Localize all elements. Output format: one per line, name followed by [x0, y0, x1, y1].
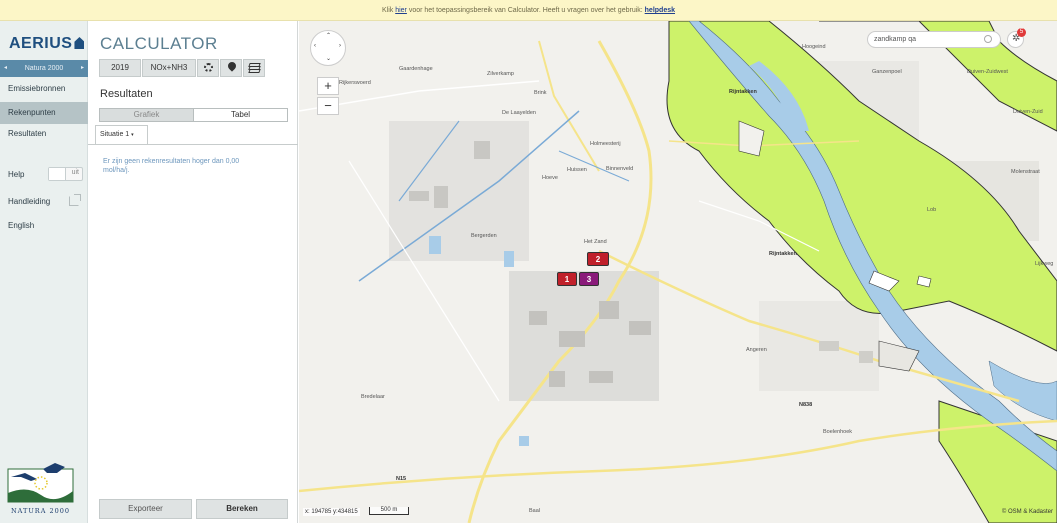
map-label: Rijntakken	[769, 251, 797, 257]
source-marker[interactable]: 1	[557, 272, 577, 286]
pan-up-icon[interactable]: ⌃	[326, 32, 331, 39]
coordinate-readout: x: 194785 y:434815	[303, 508, 360, 516]
area-navigator[interactable]: ◂ Natura 2000 ▸	[0, 60, 88, 77]
sidebar: AERIUS ◂ Natura 2000 ▸ Emissiebronnen Re…	[0, 21, 88, 523]
map-label: N15	[396, 476, 407, 482]
map-label: Duiven-Zuid	[1013, 109, 1043, 115]
notifications-button[interactable]: ✲ 5	[1007, 28, 1026, 48]
map-label: Boelenhoek	[823, 429, 853, 435]
manual-label: Handleiding	[8, 197, 51, 206]
banner-prefix: Klik	[381, 7, 396, 14]
map-label: Lijkweg	[1035, 261, 1054, 267]
layers-button[interactable]	[243, 59, 265, 77]
zoom-out-button[interactable]: −	[317, 97, 339, 115]
source-marker[interactable]: 2	[587, 252, 609, 266]
map-label: Gaardenhage	[399, 66, 433, 72]
map-label: Zilverkamp	[487, 71, 514, 77]
zoom-in-button[interactable]: +	[317, 77, 339, 95]
map-label: Bergerden	[471, 233, 497, 239]
tab-table[interactable]: Tabel	[193, 109, 287, 121]
help-toggle-text: uit	[71, 169, 79, 176]
aerius-logo[interactable]: AERIUS	[9, 35, 85, 53]
tab-graph[interactable]: Grafiek	[100, 109, 193, 121]
marker-button[interactable]	[220, 59, 242, 77]
view-switch: Grafiek Tabel	[99, 108, 288, 122]
sidebar-item-emissiebronnen[interactable]: Emissiebronnen	[0, 78, 88, 100]
map-label: Rijntakken	[729, 89, 757, 95]
map-label: Brink	[534, 90, 547, 96]
help-label: Help	[8, 170, 25, 179]
arrow-right-icon[interactable]: ▸	[81, 60, 84, 77]
caret-down-icon: ▾	[131, 132, 134, 138]
map-label: Holmeesterij	[590, 141, 621, 147]
map-view[interactable]: Hoogeind Ganzenpoel Duiven-Zuidwest Duiv…	[299, 21, 1057, 523]
search-icon[interactable]	[984, 35, 992, 43]
map-label: Duiven-Zuidwest	[967, 69, 1008, 75]
logo-text: AERIUS	[9, 35, 73, 52]
natura-logo-text: NATURA 2000	[11, 507, 70, 515]
map-label: N838	[799, 402, 813, 408]
pan-left-icon[interactable]: ‹	[314, 43, 316, 49]
external-link-icon	[69, 194, 81, 206]
banner-link-here[interactable]: hier	[395, 7, 407, 14]
map-label: Ganzenpoel	[872, 69, 902, 75]
results-title: Resultaten	[100, 88, 153, 100]
source-marker[interactable]: 3	[579, 272, 599, 286]
situation-label: Situatie 1	[100, 131, 130, 138]
map-label: Hoeve	[542, 175, 558, 181]
substance-selector[interactable]: NOx+NH3	[142, 59, 196, 77]
map-label: De Laayelden	[502, 110, 536, 116]
banner-link-helpdesk[interactable]: helpdesk	[645, 7, 675, 14]
toggle-knob	[49, 168, 66, 180]
sidebar-item-rekenpunten[interactable]: Rekenpunten	[0, 102, 88, 124]
area-name: Natura 2000	[24, 65, 64, 72]
situation-tab[interactable]: Situatie 1 ▾	[95, 125, 148, 145]
manual-link[interactable]: Handleiding	[8, 194, 83, 206]
map-canvas[interactable]	[299, 21, 1057, 523]
tab-divider	[88, 144, 298, 145]
scale-bar: 500 m	[369, 507, 409, 515]
map-label: Het Zand	[584, 239, 607, 245]
house-icon	[74, 37, 85, 49]
calculator-panel: CALCULATOR 2019 NOx+NH3 Resultaten Grafi…	[88, 21, 298, 523]
toolbar: 2019 NOx+NH3	[99, 59, 288, 77]
calculate-button[interactable]: Bereken	[196, 499, 288, 519]
map-label: Bredelaar	[361, 394, 385, 400]
help-toggle[interactable]: uit	[48, 167, 83, 181]
help-row: Help uit	[8, 167, 83, 181]
map-attribution: © OSM & Kadaster	[1001, 509, 1053, 515]
pan-control[interactable]: ⌃ ‹ › ⌄	[310, 30, 346, 66]
map-label: Molenstraat	[1011, 169, 1040, 175]
map-label: Huissen	[567, 167, 587, 173]
banner-middle: voor het toepassingsbereik van Calculato…	[406, 7, 645, 14]
pan-right-icon[interactable]: ›	[339, 43, 341, 49]
search-input[interactable]: zandkamp qa	[867, 31, 1001, 48]
notification-badge: 5	[1017, 28, 1026, 37]
layers-icon	[248, 63, 261, 73]
export-button[interactable]: Exporteer	[99, 499, 192, 519]
search-value: zandkamp qa	[874, 36, 917, 43]
language-link[interactable]: English	[8, 221, 34, 230]
natura-2000-logo: NATURA 2000	[7, 463, 74, 515]
sidebar-item-resultaten[interactable]: Resultaten	[0, 123, 88, 145]
map-label: Lob	[927, 207, 937, 213]
map-label: Hoogeind	[802, 44, 826, 50]
map-label: Binnenveld	[606, 166, 634, 172]
pan-down-icon[interactable]: ⌄	[326, 55, 331, 62]
no-results-message: Er zijn geen rekenresultaten hoger dan 0…	[103, 158, 240, 174]
map-label: Angeren	[746, 347, 767, 353]
location-pin-icon	[226, 60, 238, 72]
map-label: Baal	[529, 508, 541, 514]
gear-icon	[204, 63, 213, 72]
page-title: CALCULATOR	[100, 34, 218, 53]
settings-button[interactable]	[197, 59, 219, 77]
year-selector[interactable]: 2019	[99, 59, 141, 77]
info-banner: Klik hier voor het toepassingsbereik van…	[0, 0, 1057, 21]
map-label: Rijkerswoerd	[339, 80, 371, 86]
